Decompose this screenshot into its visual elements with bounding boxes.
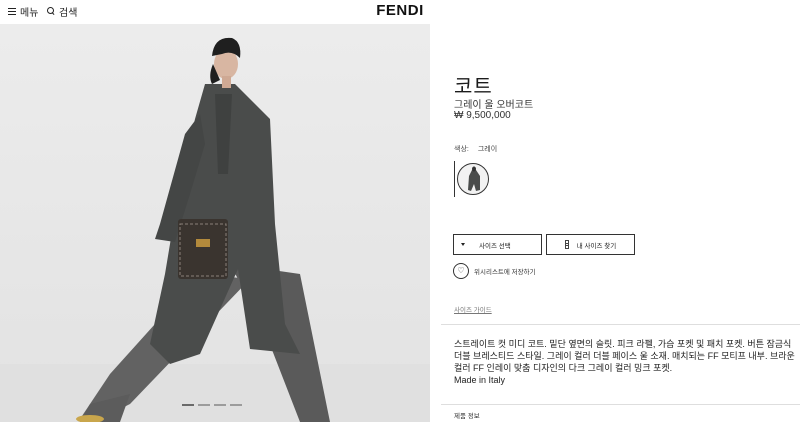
carousel-dot[interactable] [198, 404, 210, 406]
brand-logo[interactable]: FENDI [376, 2, 424, 19]
wishlist-label: 위시리스트에 저장하기 [474, 269, 536, 276]
carousel-dot[interactable] [214, 404, 226, 406]
menu-button[interactable]: 메뉴 [8, 3, 38, 19]
product-title: 코트 [454, 76, 493, 98]
search-icon [47, 7, 55, 15]
size-select-label: 사이즈 선택 [479, 242, 511, 250]
product-subtitle: 그레이 울 오버코트 [454, 100, 534, 111]
wishlist-button[interactable]: ♡ 위시리스트에 저장하기 [453, 263, 536, 279]
search-button[interactable]: 검색 [47, 3, 77, 19]
color-swatch-group [454, 161, 490, 197]
made-in: Made in Italy [454, 375, 506, 385]
chevron-down-icon [461, 243, 465, 246]
color-value: 그레이 [477, 146, 498, 153]
search-label: 검색 [59, 7, 78, 19]
color-swatch-gray[interactable] [457, 163, 489, 195]
product-image[interactable] [0, 24, 430, 422]
find-my-size-label: 내 사이즈 찾기 [576, 242, 617, 250]
model-illustration [0, 37, 430, 422]
menu-label: 메뉴 [20, 7, 39, 19]
divider [441, 324, 800, 325]
product-info-toggle[interactable]: 제품 정보 [454, 410, 480, 420]
carousel-indicator [182, 404, 242, 406]
product-info-panel: 코트 그레이 울 오버코트 ₩ 9,500,000 색상: 그레이 사이즈 선택… [430, 24, 800, 422]
top-header: 메뉴 검색 FENDI [0, 0, 800, 24]
color-label: 색상: [454, 146, 469, 153]
product-description: 스트레이트 컷 미디 코트. 밑단 옆면의 슬릿. 피크 라펠, 가슴 포켓 및… [454, 339, 795, 373]
hamburger-icon [8, 7, 16, 15]
ruler-icon [564, 240, 569, 249]
carousel-dot[interactable] [182, 404, 194, 406]
color-row: 색상: 그레이 [454, 144, 497, 154]
product-price: ₩ 9,500,000 [454, 110, 511, 121]
size-guide-link[interactable]: 사이즈 가이드 [454, 304, 492, 314]
divider [441, 404, 800, 405]
carousel-dot[interactable] [230, 404, 242, 406]
coat-thumbnail-icon [468, 166, 480, 191]
find-my-size-button[interactable]: 내 사이즈 찾기 [546, 234, 635, 255]
size-select-button[interactable]: 사이즈 선택 [453, 234, 542, 255]
heart-icon: ♡ [453, 263, 469, 279]
